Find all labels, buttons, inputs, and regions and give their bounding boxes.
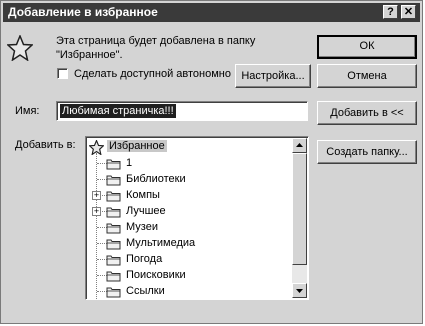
folder-icon <box>106 270 121 282</box>
expand-icon[interactable]: + <box>92 191 101 200</box>
scroll-down-button[interactable] <box>292 283 307 298</box>
folder-icon <box>106 158 121 170</box>
tree-folder-label: Ссылки <box>126 285 165 297</box>
scroll-thumb[interactable] <box>292 153 307 265</box>
name-input[interactable]: Любимая страничка!!! <box>56 101 308 121</box>
folder-icon <box>106 222 121 234</box>
tree-folder-label: Компы <box>126 189 160 201</box>
tree-root-label: Избранное <box>107 140 167 152</box>
favorites-star-icon <box>89 140 104 155</box>
favorites-star-icon <box>7 35 33 61</box>
info-message-line2: "Избранное". <box>56 49 123 61</box>
cancel-button[interactable]: Отмена <box>317 64 417 88</box>
ok-button[interactable]: ОК <box>317 35 417 59</box>
info-message-line1: Эта страница будет добавлена в папку <box>56 35 256 47</box>
new-folder-button[interactable]: Создать папку... <box>317 140 417 164</box>
scroll-up-button[interactable] <box>292 138 307 153</box>
folder-icon <box>106 206 121 218</box>
make-offline-label[interactable]: Сделать доступной автономно <box>74 68 231 80</box>
add-to-label: Добавить в: <box>15 139 76 151</box>
arrow-up-icon <box>296 143 303 147</box>
make-offline-checkbox[interactable] <box>57 68 68 79</box>
name-label: Имя: <box>15 105 40 117</box>
tree-folder-label: Библиотеки <box>126 173 186 185</box>
tree-scrollbar[interactable] <box>292 138 307 298</box>
add-favorite-dialog: Добавление в избранное ? ✕ Эта страница … <box>0 0 423 324</box>
arrow-down-icon <box>296 289 303 293</box>
add-to-button[interactable]: Добавить в << <box>317 101 417 125</box>
help-button[interactable]: ? <box>383 5 398 19</box>
name-input-value: Любимая страничка!!! <box>60 104 176 118</box>
tree-folder-label: 1 <box>126 157 133 169</box>
title-bar[interactable]: Добавление в избранное ? ✕ <box>3 3 420 22</box>
folder-icon <box>106 238 121 250</box>
customize-button[interactable]: Настройка... <box>235 64 311 88</box>
tree-folder-label: Лучшее <box>126 205 166 217</box>
folder-icon <box>106 254 121 266</box>
tree-folder-label: Поисковики <box>126 269 186 281</box>
folder-icon <box>106 286 121 298</box>
dialog-title: Добавление в избранное <box>8 5 158 19</box>
folder-tree[interactable]: Избранное 1 Библиотеки + Компы + Лучшее Музеи М… <box>85 136 309 300</box>
folder-icon <box>106 190 121 202</box>
close-button[interactable]: ✕ <box>401 5 416 19</box>
tree-folder-label: Музеи <box>126 221 158 233</box>
tree-folder-label: Погода <box>126 253 163 265</box>
tree-folder-label: Мультимедиа <box>126 237 196 249</box>
folder-icon <box>106 174 121 186</box>
expand-icon[interactable]: + <box>92 207 101 216</box>
